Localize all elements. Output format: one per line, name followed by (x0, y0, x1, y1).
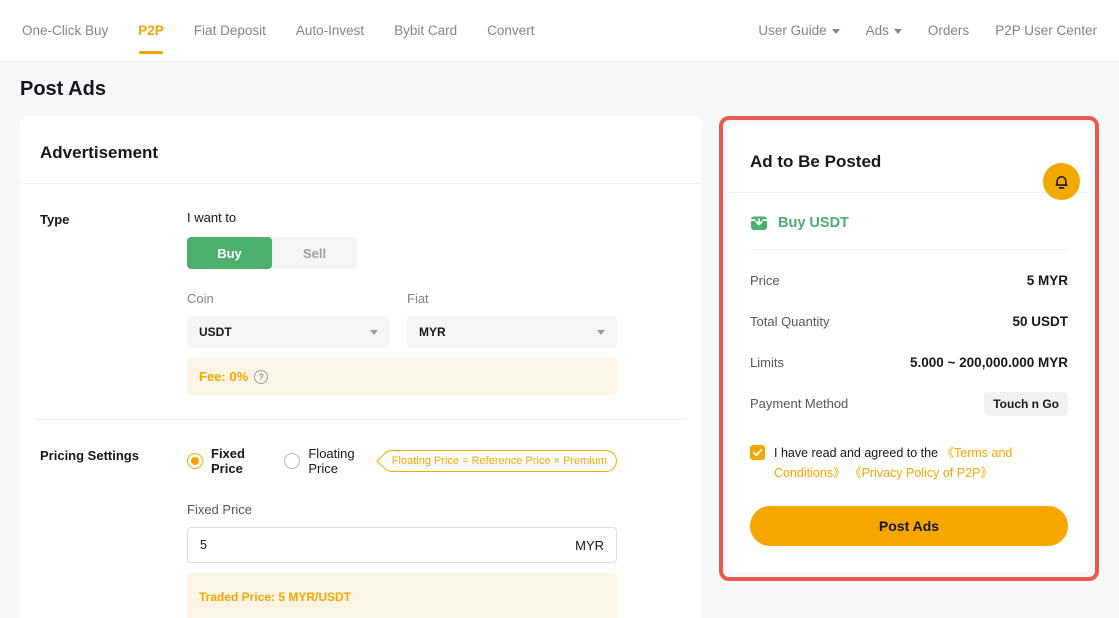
bell-icon (1052, 172, 1071, 191)
fiat-select[interactable]: MYR (407, 316, 617, 348)
agreement-checkbox[interactable] (750, 445, 765, 460)
nav-item-user-guide[interactable]: User Guide (758, 23, 839, 38)
floating-price-radio-label[interactable]: Floating Price (308, 446, 370, 476)
floating-price-radio[interactable] (284, 453, 300, 469)
row-label: Limits (750, 355, 784, 370)
agreement-section: I have read and agreed to the 《Terms and… (728, 424, 1090, 483)
chevron-down-icon (832, 29, 840, 34)
pricing-settings-section: Pricing Settings Fixed Price Floating Pr… (20, 420, 702, 618)
sell-toggle-button[interactable]: Sell (272, 237, 357, 269)
fixed-price-radio-label[interactable]: Fixed Price (211, 446, 266, 476)
buy-toggle-button[interactable]: Buy (187, 237, 272, 269)
row-value: 50 USDT (1012, 314, 1068, 329)
content-columns: Advertisement Type I want to Buy Sell Co… (20, 116, 1099, 618)
nav-item-auto-invest[interactable]: Auto-Invest (296, 23, 364, 38)
coin-select[interactable]: USDT (187, 316, 390, 348)
summary-column: Ad to Be Posted Buy USDT Pric (719, 116, 1099, 581)
fee-banner: Fee: 0% ? (187, 358, 617, 395)
summary-row-payment-method: Payment Method Touch n Go (750, 383, 1068, 424)
nav-item-p2p-user-center[interactable]: P2P User Center (995, 23, 1097, 38)
fixed-price-input-wrap: MYR (187, 527, 617, 563)
row-value: 5.000 ~ 200,000.000 MYR (910, 355, 1068, 370)
fiat-label: Fiat (407, 291, 617, 306)
summary-row-price: Price 5 MYR (750, 260, 1068, 301)
pricing-settings-field: Fixed Price Floating Price Floating Pric… (187, 446, 617, 618)
type-label: Type (40, 210, 187, 395)
fiat-column: Fiat MYR (407, 291, 617, 348)
nav-item-one-click-buy[interactable]: One-Click Buy (22, 23, 108, 38)
floating-price-tooltip: Floating Price = Reference Price × Premi… (381, 450, 617, 472)
row-value: 5 MYR (1027, 273, 1068, 288)
row-label: Total Quantity (750, 314, 830, 329)
checkmark-icon (752, 447, 763, 458)
nav-item-convert[interactable]: Convert (487, 23, 534, 38)
row-label: Price (750, 273, 780, 288)
summary-card-title: Ad to Be Posted (728, 125, 1090, 193)
side-label: Buy USDT (778, 215, 849, 231)
nav-left-group: One-Click Buy P2P Fiat Deposit Auto-Inve… (22, 23, 534, 38)
coin-fiat-row: Coin USDT Fiat MYR (187, 291, 617, 348)
nav-item-p2p[interactable]: P2P (138, 23, 164, 38)
fixed-price-radio[interactable] (187, 453, 203, 469)
page-title: Post Ads (20, 78, 1099, 101)
chevron-down-icon (597, 330, 605, 335)
nav-item-label: Ads (866, 23, 889, 38)
page-body: Post Ads Advertisement Type I want to Bu… (0, 78, 1119, 618)
i-want-to-label: I want to (187, 210, 617, 225)
type-field: I want to Buy Sell Coin USDT (187, 210, 617, 395)
fixed-price-input-label: Fixed Price (187, 502, 617, 517)
nav-item-label: User Guide (758, 23, 826, 38)
row-label: Payment Method (750, 396, 848, 411)
fixed-price-input[interactable] (200, 538, 575, 552)
fee-text: Fee: 0% (199, 369, 248, 384)
advertisement-card: Advertisement Type I want to Buy Sell Co… (20, 116, 702, 618)
buy-sell-toggle: Buy Sell (187, 237, 357, 269)
payment-method-chip: Touch n Go (984, 392, 1068, 416)
coin-column: Coin USDT (187, 291, 390, 348)
nav-item-bybit-card[interactable]: Bybit Card (394, 23, 457, 38)
summary-row-limits: Limits 5.000 ~ 200,000.000 MYR (750, 342, 1068, 383)
notification-bell-button[interactable] (1043, 163, 1080, 200)
nav-right-group: User Guide Ads Orders P2P User Center (758, 23, 1097, 38)
nav-item-ads[interactable]: Ads (866, 23, 902, 38)
help-icon[interactable]: ? (254, 370, 268, 384)
privacy-policy-link[interactable]: 《Privacy Policy of P2P》 (849, 466, 993, 480)
post-ads-button[interactable]: Post Ads (750, 506, 1068, 546)
traded-price-text: Traded Price: 5 MYR/USDT (199, 590, 605, 604)
coin-select-value: USDT (199, 325, 232, 339)
pricing-settings-label: Pricing Settings (40, 446, 187, 618)
pricing-radio-row: Fixed Price Floating Price Floating Pric… (187, 446, 617, 476)
side-row: Buy USDT (728, 193, 1090, 249)
agreement-prefix: I have read and agreed to the (774, 446, 942, 460)
summary-row-total-quantity: Total Quantity 50 USDT (750, 301, 1068, 342)
nav-item-orders[interactable]: Orders (928, 23, 969, 38)
chevron-down-icon (894, 29, 902, 34)
type-section: Type I want to Buy Sell Coin USDT (20, 184, 702, 395)
nav-item-fiat-deposit[interactable]: Fiat Deposit (194, 23, 266, 38)
price-info-box: Traded Price: 5 MYR/USDT Reference Price… (187, 573, 617, 618)
advertisement-card-title: Advertisement (20, 116, 702, 184)
fixed-price-unit: MYR (575, 538, 604, 553)
buy-deposit-icon (750, 214, 768, 232)
fiat-select-value: MYR (419, 325, 446, 339)
coin-label: Coin (187, 291, 390, 306)
agreement-text: I have read and agreed to the 《Terms and… (774, 443, 1068, 483)
summary-rows: Price 5 MYR Total Quantity 50 USDT Limit… (728, 250, 1090, 424)
annotation-highlight-rectangle: Ad to Be Posted Buy USDT Pric (719, 116, 1099, 581)
chevron-down-icon (370, 330, 378, 335)
top-navigation: One-Click Buy P2P Fiat Deposit Auto-Inve… (0, 0, 1119, 62)
ad-summary-card: Ad to Be Posted Buy USDT Pric (728, 125, 1090, 572)
